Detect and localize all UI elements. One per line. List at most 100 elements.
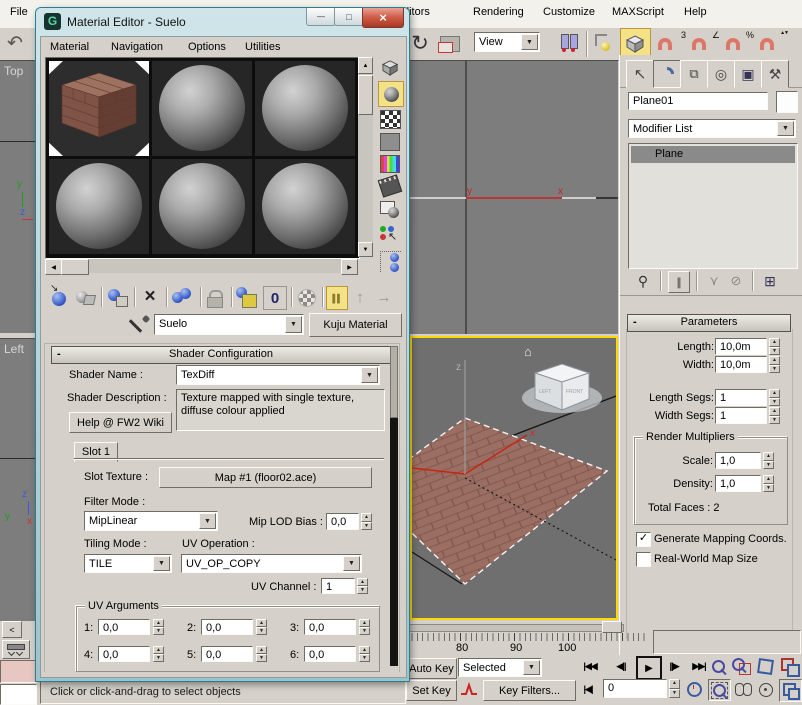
sample-slot[interactable] [255,159,355,254]
selection-set-dropdown[interactable]: Selected ▼ [458,658,542,677]
key-mode-toggle-button[interactable]: |◀| [577,681,599,698]
make-unique-icon[interactable]: ⋎ [704,271,724,291]
material-name-dropdown[interactable]: Suelo ▼ [154,314,304,335]
uv-operation-dropdown[interactable]: UV_OP_COPY ▼ [181,554,362,573]
configure-modifier-sets-icon[interactable]: ⊞ [760,271,780,291]
length-spinner[interactable]: ▲▼ [769,338,780,355]
auto-key-button[interactable]: Auto Key [406,658,457,679]
uv-arg-field[interactable]: 0,0 [98,619,150,635]
use-center-icon[interactable] [558,32,580,54]
pick-material-eyedropper-icon[interactable] [131,315,151,335]
track-bar-ticks[interactable] [406,633,648,641]
set-key-button[interactable]: Set Key [406,680,457,701]
uv-arg-field[interactable]: 0,0 [304,619,356,635]
reset-map-icon[interactable]: × [139,286,161,308]
length-segs-spinner[interactable]: ▲▼ [769,389,780,406]
generate-mapping-coords-checkbox[interactable]: ✓ [636,532,651,547]
width-segs-spinner[interactable]: ▲▼ [769,407,780,424]
make-material-copy-icon[interactable] [171,287,195,309]
video-color-check-icon[interactable] [380,155,400,173]
spinner-snap-button[interactable]: ▲▼ [758,30,788,57]
stack-item-plane[interactable]: Plane [631,146,795,163]
viewport-top-sliver[interactable]: Top y z [0,60,36,333]
me-menu-options[interactable]: Options [188,41,226,53]
tab-utilities[interactable]: ⚒ [761,60,789,88]
remove-modifier-icon[interactable]: ⊘ [726,271,746,291]
modifier-stack-list[interactable]: Plane [628,143,798,269]
tab-motion[interactable]: ◎ [707,60,735,88]
rotate-tool-icon[interactable]: ↻ [406,29,434,57]
maximize-button[interactable]: □ [334,8,364,26]
make-preview-icon[interactable] [378,174,403,197]
timeline-scroll-left-button[interactable]: < [2,621,22,638]
sample-type-icon[interactable] [379,57,401,79]
viewport-left-sliver[interactable]: Left z y x [0,338,36,621]
shader-name-dropdown[interactable]: TexDiff ▼ [176,365,380,385]
density-field[interactable]: 1,0 [715,475,761,492]
uv-arg-spinner[interactable]: ▲▼ [153,646,164,662]
angle-snap-button[interactable]: ∠ [690,30,720,57]
options-icon[interactable] [380,201,400,219]
uv-arg-field[interactable]: 0,0 [201,619,253,635]
viewport-front[interactable]: y x [410,60,618,334]
zoom-extents-button[interactable] [755,656,775,676]
scroll-up-icon[interactable]: ▲ [358,57,373,74]
pin-stack-icon[interactable]: ⚲ [632,271,654,291]
put-to-scene-icon[interactable] [74,288,96,308]
region-zoom-button[interactable] [708,679,731,701]
uv-channel-spinner[interactable]: ▲▼ [357,578,368,594]
slots-horizontal-scrollbar[interactable]: ◀ ▶ [45,259,358,273]
mip-lod-bias-field[interactable]: 0,0 [326,513,359,530]
uv-arg-field[interactable]: 0,0 [304,646,356,662]
go-to-start-button[interactable]: |◀◀ [577,658,603,675]
uv-arg-spinner[interactable]: ▲▼ [359,619,370,635]
scale-tool-icon[interactable] [440,36,460,52]
tab-create[interactable]: ↖ [626,60,654,88]
width-spinner[interactable]: ▲▼ [769,356,780,373]
shader-configuration-header[interactable]: - Shader Configuration [51,346,391,364]
scroll-left-icon[interactable]: ◀ [45,259,62,275]
backlight-icon[interactable] [378,81,404,107]
next-frame-button[interactable]: ||▶ [661,658,687,675]
viewport-left-label[interactable]: Left [4,342,24,356]
me-menu-material[interactable]: Material [50,41,89,53]
undo-icon[interactable]: ↶ [2,30,28,56]
uv-channel-field[interactable]: 1 [321,578,355,594]
maxscript-mini-listener-white[interactable] [0,684,37,705]
chevron-down-icon[interactable]: ▼ [521,34,538,50]
viewcube[interactable]: LEFT FRONT [522,364,602,413]
make-unique-icon[interactable] [205,287,225,309]
real-world-map-size-checkbox[interactable] [636,552,651,567]
modifier-list-dropdown[interactable]: Modifier List ▼ [628,119,796,138]
pan-button[interactable] [733,680,753,699]
tab-hierarchy[interactable]: ⧉ [680,60,708,88]
chevron-down-icon[interactable]: ▼ [343,556,360,571]
length-segs-field[interactable]: 1 [715,389,767,406]
width-segs-field[interactable]: 1 [715,407,767,424]
time-slider-track[interactable] [406,624,624,632]
previous-frame-button[interactable]: ◀|| [608,658,634,675]
sample-slot[interactable] [152,61,252,156]
close-button[interactable]: × [362,8,404,28]
filter-mode-dropdown[interactable]: MipLinear ▼ [84,511,218,531]
maxscript-mini-listener-pink[interactable] [0,660,37,683]
time-slider-thumb[interactable] [602,621,622,633]
scroll-thumb[interactable] [358,75,373,115]
viewport-perspective[interactable]: z x LEFT FRONT ⌂ [410,336,618,620]
chevron-down-icon[interactable]: ▼ [199,513,216,529]
menu-maxscript[interactable]: MAXScript [612,6,664,18]
uv-arg-field[interactable]: 0,0 [98,646,150,662]
arc-rotate-button[interactable] [756,680,776,699]
scroll-down-icon[interactable]: ▼ [358,242,373,257]
key-filters-button[interactable]: Key Filters... [483,680,576,701]
sample-slot-suelo[interactable] [49,61,149,156]
go-forward-sibling-icon[interactable]: → [373,286,395,308]
width-field[interactable]: 10,0m [715,356,767,373]
material-type-button[interactable]: Kuju Material [309,313,402,337]
scroll-thumb[interactable] [61,259,89,275]
slots-vertical-scrollbar[interactable]: ▲ ▼ [358,57,373,257]
me-menu-utilities[interactable]: Utilities [245,41,280,53]
uv-arg-spinner[interactable]: ▲▼ [153,619,164,635]
show-map-in-viewport-icon[interactable] [296,287,318,309]
material-map-navigator-icon[interactable] [380,251,401,272]
